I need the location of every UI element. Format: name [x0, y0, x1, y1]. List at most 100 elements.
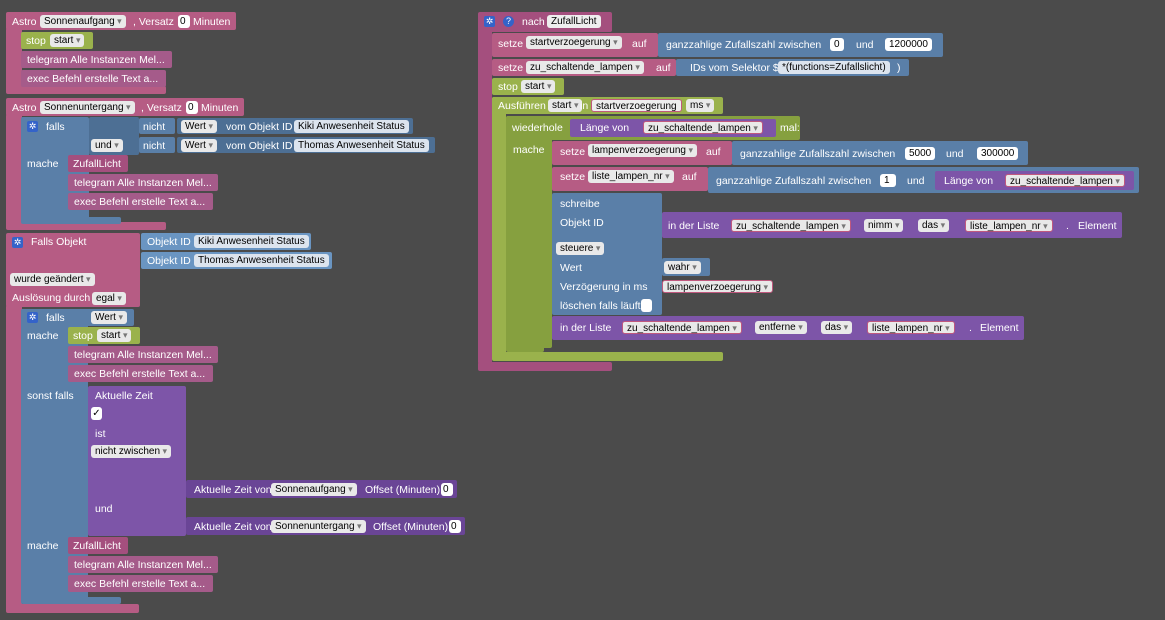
set-label: setze: [498, 38, 524, 50]
exec-block[interactable]: exec Befehl erstelle Text a...: [68, 365, 213, 382]
telegram-block[interactable]: telegram Alle Instanzen Mel...: [21, 51, 172, 68]
stop-label: stop: [498, 81, 518, 93]
var-dropdown[interactable]: zu_schaltende_lampen: [526, 61, 644, 74]
help-icon[interactable]: ?: [503, 16, 514, 27]
timeout-name-dropdown[interactable]: start: [548, 99, 583, 112]
clear-checkbox[interactable]: [641, 299, 652, 312]
and-dropdown[interactable]: und: [91, 139, 123, 152]
telegram-block[interactable]: telegram Alle Instanzen Mel...: [68, 556, 218, 573]
value-dropdown[interactable]: Wert: [181, 120, 217, 133]
list-var-dropdown[interactable]: zu_schaltende_lampen: [731, 219, 851, 232]
and-label: und: [95, 503, 113, 515]
number-input[interactable]: 1200000: [885, 38, 932, 51]
stop-dropdown[interactable]: start: [521, 80, 556, 93]
gear-icon[interactable]: ✲: [27, 121, 38, 132]
call-zufalllicht[interactable]: ZufallLicht: [68, 537, 128, 554]
number-input[interactable]: 300000: [977, 147, 1019, 160]
telegram-block[interactable]: telegram Alle Instanzen Mel...: [68, 174, 218, 191]
index-var-dropdown[interactable]: liste_lampen_nr: [867, 321, 955, 334]
object-id-field[interactable]: Kiki Anwesenheit Status: [194, 235, 309, 248]
gear-icon[interactable]: ✲: [12, 237, 23, 248]
mode-dropdown[interactable]: entferne: [755, 321, 807, 334]
astro-dropdown[interactable]: Sonnenuntergang: [271, 520, 366, 533]
astro-dropdown[interactable]: Sonnenaufgang: [40, 15, 126, 28]
between-dropdown[interactable]: nicht zwischen: [91, 445, 172, 458]
if-label: falls: [46, 121, 65, 133]
set-label: setze: [498, 62, 524, 74]
offset-input[interactable]: 0: [441, 483, 453, 496]
var-dropdown[interactable]: lampenverzoegerung: [588, 144, 697, 157]
value-dropdown[interactable]: Wert: [91, 311, 127, 324]
astro-label: Astro: [12, 102, 37, 114]
telegram-label: telegram Alle Instanzen Mel...: [74, 559, 212, 571]
cause-dropdown[interactable]: egal: [92, 292, 126, 305]
delay-label: Verzögerung in ms: [560, 281, 648, 293]
exec-label: Ausführen: [498, 100, 546, 112]
to-label: auf: [656, 62, 671, 74]
where-dropdown[interactable]: das: [918, 219, 950, 232]
dot-label: .: [969, 322, 972, 334]
changed-dropdown[interactable]: wurde geändert: [10, 273, 95, 286]
function-name-field[interactable]: ZufallLicht: [547, 15, 601, 28]
stop-block[interactable]: stop start: [492, 78, 564, 95]
rand-label: ganzzahlige Zufallszahl zwischen: [740, 148, 896, 160]
offset-input[interactable]: 0: [178, 15, 190, 28]
number-input[interactable]: 1: [880, 174, 896, 187]
astro-dropdown[interactable]: Sonnenuntergang: [40, 101, 135, 114]
exec-block[interactable]: exec Befehl erstelle Text a...: [68, 575, 213, 592]
call-zufalllicht[interactable]: ZufallLicht: [68, 155, 128, 172]
stop-label: stop: [26, 35, 46, 47]
var-dropdown[interactable]: liste_lampen_nr: [588, 170, 674, 183]
unit-dropdown[interactable]: ms: [686, 99, 715, 112]
list-var-dropdown[interactable]: zu_schaltende_lampen: [622, 321, 742, 334]
gear-icon[interactable]: ✲: [27, 312, 38, 323]
telegram-label: telegram Alle Instanzen Mel...: [27, 54, 165, 66]
set-label: setze: [560, 146, 586, 158]
where-dropdown[interactable]: das: [821, 321, 853, 334]
var-dropdown[interactable]: zu_schaltende_lampen: [643, 121, 763, 134]
exec-label: exec Befehl erstelle Text a...: [74, 196, 206, 208]
current-time-label: Aktuelle Zeit: [95, 390, 153, 402]
exec-block[interactable]: exec Befehl erstelle Text a...: [21, 70, 166, 87]
telegram-block[interactable]: telegram Alle Instanzen Mel...: [68, 346, 218, 363]
minutes-label: Minuten: [201, 102, 239, 114]
in-label: in: [580, 100, 589, 112]
cause-label: Auslösung durch: [12, 292, 91, 304]
astro-dropdown[interactable]: Sonnenaufgang: [271, 483, 357, 496]
offset-input[interactable]: 0: [186, 101, 198, 114]
control-dropdown[interactable]: steuere: [556, 242, 605, 255]
stop-dropdown[interactable]: start: [97, 329, 132, 342]
gear-icon[interactable]: ✲: [484, 16, 495, 27]
var-dropdown[interactable]: zu_schaltende_lampen: [1005, 174, 1125, 187]
stop-block[interactable]: stop start: [21, 32, 93, 49]
delay-var-dropdown[interactable]: lampenverzoegerung: [662, 280, 773, 293]
mode-dropdown[interactable]: nimm: [864, 219, 904, 232]
stop-block[interactable]: stop start: [68, 327, 140, 344]
bool-dropdown[interactable]: wahr: [664, 261, 701, 274]
number-input[interactable]: 5000: [905, 147, 936, 160]
offset-label: Offset (Minuten): [365, 484, 441, 496]
objid-label: Objekt ID: [147, 236, 191, 248]
offset-label: Offset (Minuten): [373, 521, 449, 533]
stop-dropdown[interactable]: start: [50, 34, 85, 47]
and-label: und: [946, 148, 964, 160]
object-id-field[interactable]: Thomas Anwesenheit Status: [294, 139, 429, 152]
number-input[interactable]: 0: [830, 38, 844, 51]
is-label: ist: [95, 428, 106, 440]
var-field[interactable]: startverzoegerung: [591, 99, 682, 112]
value-dropdown[interactable]: Wert: [181, 139, 217, 152]
offset-label: , Versatz: [133, 16, 174, 28]
offset-input[interactable]: 0: [449, 520, 461, 533]
do-label: mache: [27, 330, 59, 342]
time-label: Aktuelle Zeit von: [194, 484, 272, 496]
exec-block[interactable]: exec Befehl erstelle Text a...: [68, 193, 213, 210]
object-id-field[interactable]: Thomas Anwesenheit Status: [194, 254, 329, 267]
var-dropdown[interactable]: startverzoegerung: [526, 36, 622, 49]
selector-input[interactable]: *(functions=Zufallslicht): [778, 61, 890, 74]
and-label: und: [856, 39, 874, 51]
and-label: und: [907, 175, 925, 187]
check-box[interactable]: ✓: [91, 407, 102, 420]
index-var-dropdown[interactable]: liste_lampen_nr: [965, 219, 1053, 232]
object-id-field[interactable]: Kiki Anwesenheit Status: [294, 120, 409, 133]
inlist-label: in der Liste: [668, 220, 720, 232]
